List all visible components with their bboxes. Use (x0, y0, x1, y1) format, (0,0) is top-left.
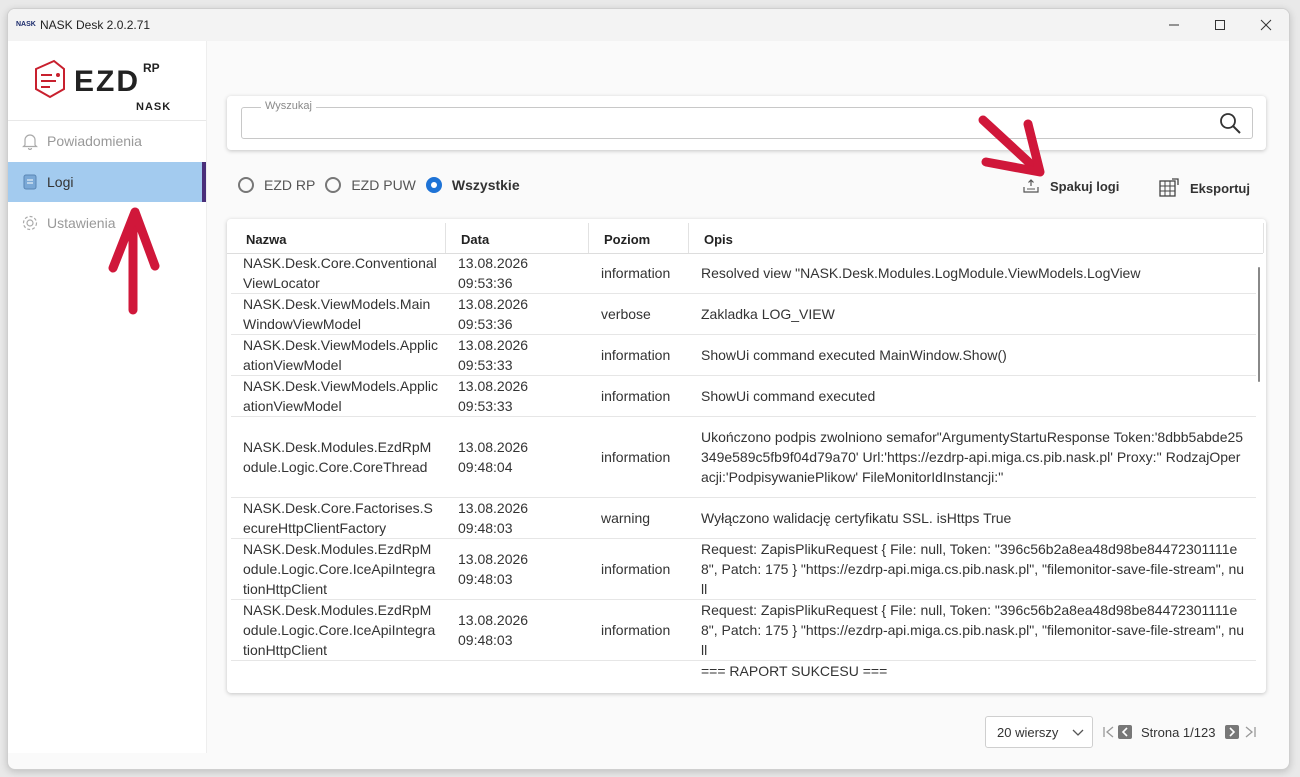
annotation-arrows (108, 115, 1045, 315)
arrow-up-icon (108, 207, 160, 315)
arrow-down-right-icon (978, 115, 1045, 177)
